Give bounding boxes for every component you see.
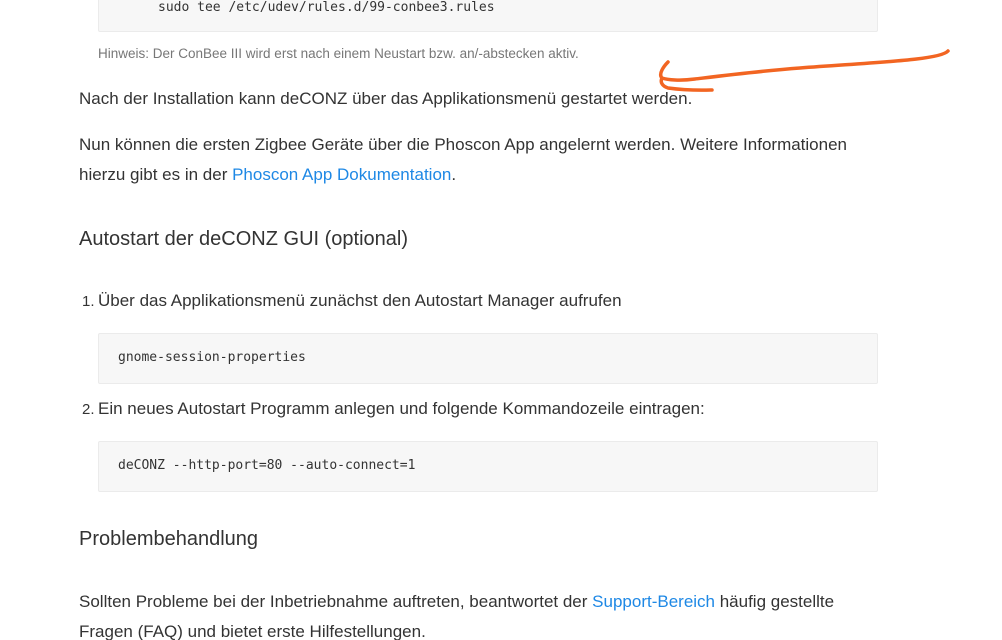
- zigbee-suffix: .: [451, 165, 457, 184]
- step-1-text: Über das Applikationsmenü zunächst den A…: [98, 291, 622, 310]
- annotation-arrow-stroke: [658, 49, 950, 92]
- zigbee-prefix: hierzu gibt es in der: [79, 165, 233, 184]
- zigbee-paragraph: Nun können die ersten Zigbee Geräte über…: [79, 130, 847, 190]
- problem-suffix: häufig gestellte: [715, 592, 835, 611]
- hint-note: Hinweis: Der ConBee III wird erst nach e…: [98, 46, 579, 61]
- problem-prefix: Sollten Probleme bei der Inbetriebnahme …: [79, 592, 593, 611]
- autostart-heading: Autostart der deCONZ GUI (optional): [79, 228, 409, 250]
- problem-paragraph: Sollten Probleme bei der Inbetriebnahme …: [79, 587, 834, 640]
- code-gnome-session: gnome-session-properties: [118, 350, 306, 365]
- code-udev-rules: sudo tee /etc/udev/rules.d/99-conbee3.ru…: [158, 0, 495, 15]
- step-2-number: 2.: [82, 401, 95, 418]
- step-2-text: Ein neues Autostart Programm anlegen und…: [98, 399, 705, 418]
- step-1: 1. Über das Applikationsmenü zunächst den…: [82, 291, 622, 311]
- step-2: 2. Ein neues Autostart Programm anlegen u…: [82, 399, 705, 419]
- code-deconz-command: deCONZ --http-port=80 --auto-connect=1: [118, 458, 416, 473]
- step-1-number: 1.: [82, 293, 95, 310]
- troubleshooting-heading: Problembehandlung: [79, 528, 259, 550]
- code-block-udev-rules: sudo tee /etc/udev/rules.d/99-conbee3.ru…: [98, 0, 878, 32]
- zigbee-paragraph-line2: hierzu gibt es in der Phoscon App Dokume…: [79, 160, 847, 190]
- install-paragraph: Nach der Installation kann deCONZ über d…: [79, 89, 693, 108]
- problem-paragraph-line1: Sollten Probleme bei der Inbetriebnahme …: [79, 587, 834, 617]
- zigbee-paragraph-line1: Nun können die ersten Zigbee Geräte über…: [79, 135, 848, 154]
- support-link[interactable]: Support-Bereich: [592, 592, 715, 611]
- phoscon-docs-link[interactable]: Phoscon App Dokumentation: [232, 165, 451, 184]
- code-block-gnome-session: gnome-session-properties: [98, 333, 878, 384]
- code-block-deconz-command: deCONZ --http-port=80 --auto-connect=1: [98, 441, 878, 492]
- problem-paragraph-line2: Fragen (FAQ) und bietet erste Hilfestell…: [79, 622, 426, 640]
